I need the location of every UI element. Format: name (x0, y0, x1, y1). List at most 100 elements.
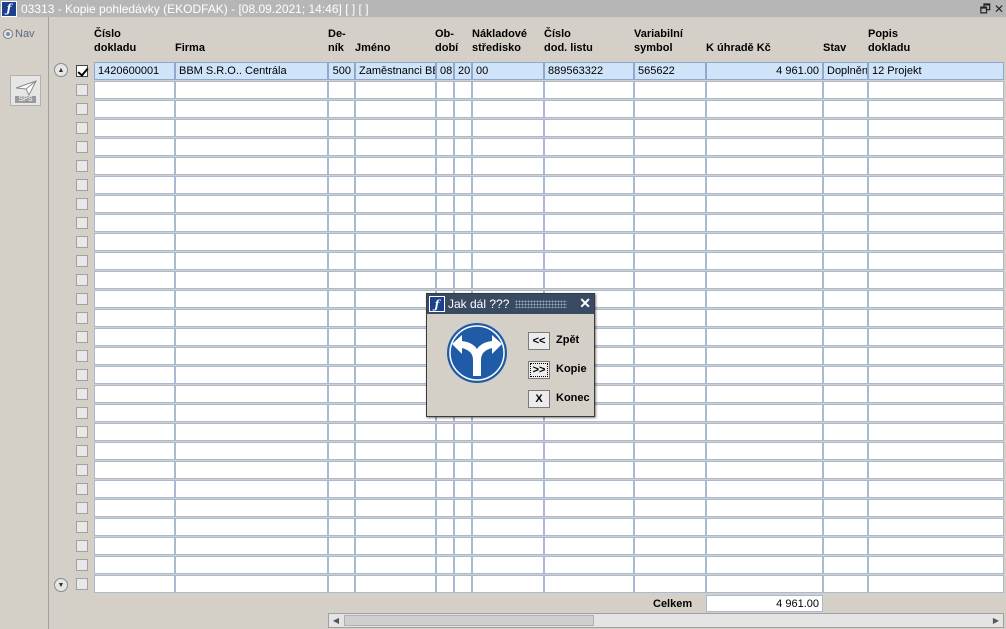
cell-firma[interactable] (175, 366, 328, 384)
column-header-varsym[interactable]: Variabilní symbol (634, 27, 683, 55)
row-checkbox[interactable] (76, 160, 88, 172)
cell-cislo[interactable] (94, 537, 175, 555)
row-checkbox[interactable] (76, 464, 88, 476)
cell-popis[interactable] (868, 461, 1004, 479)
column-header-cislo[interactable]: Číslo dokladu (94, 27, 136, 55)
cell-kuhrade[interactable] (706, 233, 823, 251)
cell-denik[interactable] (328, 442, 355, 460)
cell-popis[interactable] (868, 309, 1004, 327)
cell-firma[interactable] (175, 176, 328, 194)
cell-kuhrade[interactable] (706, 309, 823, 327)
cell-kuhrade[interactable] (706, 556, 823, 574)
cell-obdobi_y[interactable] (454, 81, 472, 99)
cell-firma[interactable] (175, 195, 328, 213)
cell-obdobi_y[interactable] (454, 138, 472, 156)
cell-stav[interactable] (823, 309, 868, 327)
cell-cislo[interactable] (94, 252, 175, 270)
row-checkbox[interactable] (76, 84, 88, 96)
cell-denik[interactable] (328, 366, 355, 384)
cell-stav[interactable] (823, 461, 868, 479)
cell-obdobi_m[interactable] (436, 157, 454, 175)
cell-jmeno[interactable] (355, 252, 436, 270)
cell-kuhrade[interactable] (706, 537, 823, 555)
dialog-button-kopie[interactable]: >> (528, 361, 550, 379)
cell-denik[interactable] (328, 423, 355, 441)
cell-dodlist[interactable] (544, 537, 634, 555)
row-checkbox[interactable] (76, 198, 88, 210)
cell-jmeno[interactable] (355, 537, 436, 555)
cell-dodlist[interactable] (544, 461, 634, 479)
cell-stredisko[interactable] (472, 423, 544, 441)
cell-obdobi_y[interactable] (454, 252, 472, 270)
cell-stav[interactable] (823, 328, 868, 346)
cell-jmeno[interactable] (355, 176, 436, 194)
scroll-down-button[interactable]: ▼ (54, 578, 68, 592)
scrollbar-thumb[interactable] (344, 615, 594, 626)
cell-denik[interactable] (328, 290, 355, 308)
cell-obdobi_y[interactable] (454, 461, 472, 479)
cell-dodlist[interactable] (544, 214, 634, 232)
row-checkbox[interactable] (76, 483, 88, 495)
cell-obdobi_m[interactable] (436, 499, 454, 517)
cell-dodlist[interactable] (544, 271, 634, 289)
cell-obdobi_m[interactable] (436, 195, 454, 213)
cell-jmeno[interactable] (355, 81, 436, 99)
cell-jmeno[interactable] (355, 309, 436, 327)
cell-obdobi_m[interactable] (436, 252, 454, 270)
cell-denik[interactable] (328, 195, 355, 213)
cell-popis[interactable] (868, 404, 1004, 422)
cell-obdobi_y[interactable] (454, 271, 472, 289)
cell-dodlist[interactable] (544, 480, 634, 498)
cell-stredisko[interactable] (472, 100, 544, 118)
cell-jmeno[interactable] (355, 100, 436, 118)
cell-kuhrade[interactable] (706, 385, 823, 403)
cell-denik[interactable] (328, 480, 355, 498)
cell-cislo[interactable] (94, 385, 175, 403)
cell-cislo[interactable] (94, 290, 175, 308)
cell-obdobi_y[interactable] (454, 442, 472, 460)
cell-popis[interactable] (868, 252, 1004, 270)
cell-firma[interactable] (175, 461, 328, 479)
cell-obdobi_y[interactable] (454, 176, 472, 194)
row-checkbox[interactable] (76, 312, 88, 324)
cell-obdobi_m[interactable] (436, 119, 454, 137)
cell-stredisko[interactable] (472, 461, 544, 479)
cell-dodlist[interactable] (544, 195, 634, 213)
cell-jmeno[interactable] (355, 404, 436, 422)
cell-varsym[interactable] (634, 480, 706, 498)
cell-cislo[interactable] (94, 119, 175, 137)
cell-stav[interactable] (823, 499, 868, 517)
cell-cislo[interactable] (94, 575, 175, 593)
cell-kuhrade[interactable] (706, 499, 823, 517)
cell-jmeno[interactable] (355, 556, 436, 574)
cell-firma[interactable] (175, 480, 328, 498)
cell-cislo[interactable] (94, 138, 175, 156)
scroll-up-button[interactable]: ▲ (54, 63, 68, 77)
cell-cislo[interactable] (94, 309, 175, 327)
cell-cislo[interactable] (94, 423, 175, 441)
cell-stredisko[interactable] (472, 119, 544, 137)
cell-obdobi_m[interactable] (436, 176, 454, 194)
cell-denik[interactable] (328, 328, 355, 346)
cell-jmeno[interactable] (355, 575, 436, 593)
row-checkbox[interactable] (76, 293, 88, 305)
cell-varsym[interactable] (634, 290, 706, 308)
cell-stav[interactable] (823, 385, 868, 403)
cell-firma[interactable] (175, 537, 328, 555)
row-checkbox[interactable] (76, 236, 88, 248)
cell-varsym[interactable]: 565622 (634, 62, 706, 80)
cell-stredisko[interactable] (472, 480, 544, 498)
cell-stredisko[interactable] (472, 271, 544, 289)
cell-denik[interactable] (328, 271, 355, 289)
cell-jmeno[interactable] (355, 195, 436, 213)
cell-cislo[interactable] (94, 271, 175, 289)
cell-denik[interactable] (328, 81, 355, 99)
cell-dodlist[interactable] (544, 252, 634, 270)
cell-popis[interactable] (868, 176, 1004, 194)
cell-cislo[interactable] (94, 328, 175, 346)
cell-kuhrade[interactable] (706, 195, 823, 213)
cell-denik[interactable] (328, 404, 355, 422)
cell-stav[interactable] (823, 233, 868, 251)
cell-dodlist[interactable] (544, 518, 634, 536)
cell-jmeno[interactable] (355, 157, 436, 175)
